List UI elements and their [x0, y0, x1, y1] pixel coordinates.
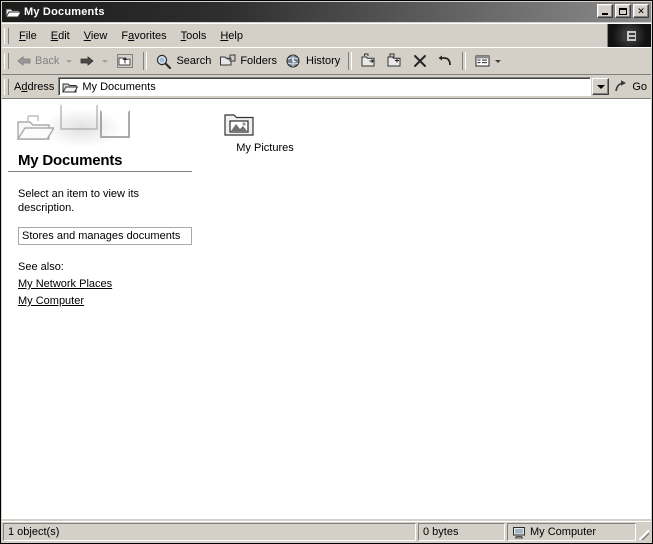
menu-edit[interactable]: Edit: [44, 28, 77, 44]
minimize-button[interactable]: [597, 4, 613, 18]
panel-description-line2: description.: [18, 202, 75, 214]
views-icon: [474, 53, 492, 69]
go-button[interactable]: Go: [612, 79, 651, 94]
menu-tools[interactable]: Tools: [174, 28, 214, 44]
resize-grip[interactable]: [637, 522, 651, 542]
toolbar-separator-3: [462, 52, 467, 70]
move-to-folder-icon: [360, 53, 378, 69]
address-drag-grip[interactable]: [4, 78, 9, 95]
address-label: Address: [14, 80, 55, 93]
panel-heading: My Documents: [18, 152, 123, 169]
history-label: History: [306, 55, 341, 67]
menu-file[interactable]: File: [12, 28, 44, 44]
panel-description: Select an item to view its description.: [18, 187, 188, 215]
address-input[interactable]: My Documents: [58, 77, 592, 96]
undo-arrow-icon: [436, 53, 454, 69]
search-icon: [155, 53, 173, 69]
link-my-network-places[interactable]: My Network Places: [18, 278, 204, 290]
panel-watermark: [2, 100, 204, 152]
folder-open-icon: [5, 5, 21, 19]
go-arrow-icon: [614, 79, 630, 94]
back-button[interactable]: Back: [12, 50, 63, 72]
address-bar: Address My Documents Go: [2, 75, 651, 99]
window-controls: ✕: [597, 4, 649, 18]
folder-open-icon: [62, 80, 79, 94]
info-panel: My Documents Select an item to view its …: [2, 100, 204, 519]
arrow-right-icon: [79, 54, 95, 68]
menu-view[interactable]: View: [77, 28, 115, 44]
maximize-button[interactable]: [615, 4, 631, 18]
computer-icon: [512, 526, 526, 539]
watermark-shape-2: [100, 110, 130, 138]
file-item-label: My Pictures: [236, 142, 294, 154]
history-button[interactable]: History: [281, 50, 344, 72]
history-icon: [285, 53, 303, 69]
panel-description-line1: Select an item to view its: [18, 188, 140, 200]
status-location: My Computer: [507, 523, 636, 541]
up-one-level-icon: [115, 52, 135, 70]
delete-button[interactable]: [408, 50, 432, 72]
folders-button[interactable]: Folders: [215, 50, 281, 72]
undo-button[interactable]: [432, 50, 458, 72]
menu-drag-grip[interactable]: [4, 27, 9, 44]
windows-logo-icon: [607, 24, 651, 47]
delete-x-icon: [412, 53, 428, 69]
panel-divider: [8, 171, 192, 173]
watermark-shape-1: [60, 104, 98, 130]
views-button[interactable]: [470, 50, 508, 72]
title-bar[interactable]: My Documents ✕: [2, 2, 651, 22]
arrow-left-icon: [16, 54, 32, 68]
copy-to-folder-icon: [386, 53, 404, 69]
go-label: Go: [632, 80, 647, 93]
forward-dropdown-arrow[interactable]: [102, 59, 109, 63]
folder-pictures-icon: [222, 108, 308, 140]
content-area: My Documents Select an item to view its …: [2, 99, 651, 519]
toolbar-drag-grip[interactable]: [4, 53, 9, 69]
file-list-area[interactable]: My Pictures: [204, 100, 651, 519]
views-dropdown-arrow[interactable]: [495, 59, 502, 63]
address-value: My Documents: [82, 80, 156, 93]
copy-to-button[interactable]: [382, 50, 408, 72]
link-my-computer[interactable]: My Computer: [18, 295, 204, 307]
back-dropdown-arrow[interactable]: [66, 59, 73, 63]
status-object-count: 1 object(s): [3, 523, 416, 541]
search-label: Search: [176, 55, 212, 67]
watermark-folder-icon: [16, 114, 54, 142]
search-button[interactable]: Search: [151, 50, 215, 72]
toolbar: Back Search Folders History: [2, 47, 651, 75]
toolbar-separator-2: [348, 52, 353, 70]
forward-button[interactable]: [75, 50, 99, 72]
close-icon: ✕: [637, 5, 645, 16]
see-also-label: See also:: [18, 261, 64, 273]
move-to-button[interactable]: [356, 50, 382, 72]
menu-bar: File Edit View Favorites Tools Help: [2, 23, 651, 47]
status-size: 0 bytes: [418, 523, 505, 541]
address-dropdown-button[interactable]: [592, 78, 610, 95]
file-item-my-pictures[interactable]: My Pictures: [222, 108, 308, 154]
up-one-level-button[interactable]: [111, 50, 139, 72]
window-title: My Documents: [24, 6, 105, 18]
close-button[interactable]: ✕: [633, 4, 649, 18]
see-also-section: See also: My Network Places My Computer: [18, 261, 204, 307]
folders-icon: [219, 53, 237, 69]
back-label: Back: [35, 55, 60, 67]
folders-label: Folders: [240, 55, 278, 67]
status-bar: 1 object(s) 0 bytes My Computer: [2, 521, 651, 542]
menu-favorites[interactable]: Favorites: [114, 28, 173, 44]
menu-help[interactable]: Help: [213, 28, 250, 44]
folder-tooltip-box: Stores and manages documents: [18, 227, 192, 245]
chevron-down-icon: [596, 84, 605, 89]
explorer-window: My Documents ✕ File Edit View Favorites …: [0, 0, 653, 544]
toolbar-separator: [143, 52, 148, 70]
status-location-label: My Computer: [530, 526, 597, 538]
